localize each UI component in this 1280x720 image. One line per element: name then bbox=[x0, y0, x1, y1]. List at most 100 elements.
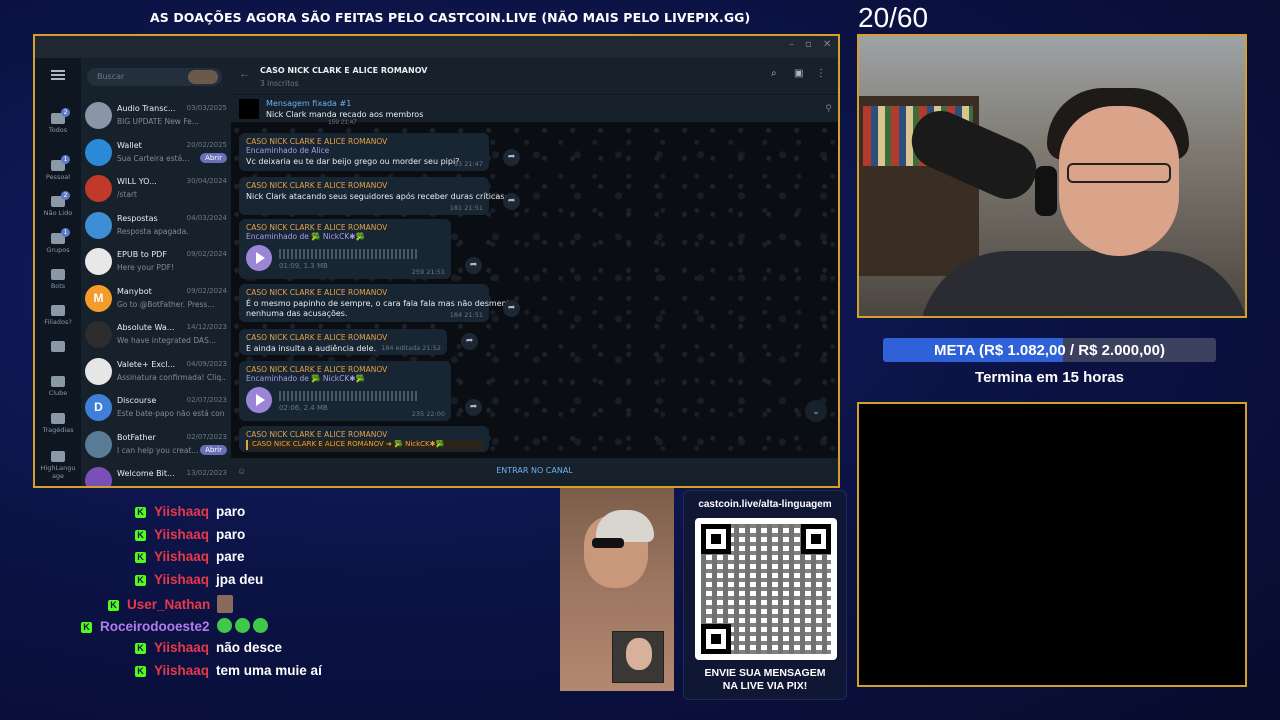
green-emote-icon bbox=[252, 617, 268, 633]
message-bubble[interactable]: CASO NICK CLARK E ALICE ROMANOV E ainda i… bbox=[239, 329, 478, 355]
chat-username[interactable]: Yiishaaq bbox=[154, 504, 209, 519]
message-bubble[interactable]: CASO NICK CLARK E ALICE ROMANOV Encaminha… bbox=[239, 133, 520, 171]
chat-message: K Yiishaaq paro bbox=[135, 504, 245, 519]
chat-name: Manybot bbox=[117, 286, 152, 296]
voice-waveform bbox=[279, 249, 419, 259]
chat-name: Audio Transc... bbox=[117, 104, 176, 113]
rail-folder[interactable]: 2 Não Lido bbox=[35, 191, 81, 217]
chat-list-item[interactable]: Respostas 04/03/2024 Resposta apagada. bbox=[81, 208, 231, 244]
kick-badge-icon: K bbox=[135, 665, 146, 677]
streamer-glasses bbox=[1067, 163, 1171, 183]
sidebar-toggle-icon[interactable]: ▣ bbox=[794, 68, 803, 79]
forward-icon[interactable]: ➦ bbox=[461, 333, 478, 350]
chat-list-item[interactable]: Valete+ Excl... 04/09/2023 Assinatura conf… bbox=[81, 354, 231, 390]
chat-avatar bbox=[85, 357, 112, 385]
chat-preview: Assinatura confirmada! Cliq... bbox=[117, 372, 225, 382]
rail-folder[interactable]: HighLangu age bbox=[35, 451, 81, 480]
chat-list-item[interactable]: WILL YO... 30/04/2024/start bbox=[81, 171, 231, 207]
rail-folder[interactable]: Bots bbox=[35, 269, 81, 290]
rail-folder[interactable]: Filiados? bbox=[35, 305, 81, 326]
chat-username[interactable]: Roceirodooeste2 bbox=[100, 619, 210, 634]
join-channel-button[interactable]: ENTRAR NO CANAL bbox=[231, 466, 838, 475]
search-input[interactable]: Buscar bbox=[87, 68, 222, 86]
play-button[interactable] bbox=[246, 387, 272, 413]
rail-folder[interactable]: Tragédias bbox=[35, 413, 81, 434]
stories-avatars[interactable] bbox=[188, 70, 218, 84]
rail-folder-label: Todos bbox=[48, 126, 68, 134]
menu-icon[interactable] bbox=[51, 70, 65, 80]
message-meta: 259 21:51 bbox=[411, 268, 445, 276]
chat-message: K Roceirodooeste2 bbox=[81, 617, 271, 634]
chat-list-item[interactable]: M Manybot 09/02/2024 Go to @BotFather. Pres… bbox=[81, 281, 231, 317]
chat-list-item[interactable]: EPUB to PDF 09/02/2024 Here your PDF! bbox=[81, 244, 231, 280]
chat-list-item[interactable]: D Discourse 02/07/2023 Este bate-papo não e… bbox=[81, 390, 231, 426]
chat-date: 02/07/2023 bbox=[186, 432, 227, 441]
message-meta: 184 editada 21:52 bbox=[381, 344, 441, 352]
pinned-list-icon[interactable]: ⚲ bbox=[825, 103, 832, 114]
more-menu-icon[interactable]: ⋮ bbox=[816, 68, 826, 79]
chat-pane: ← CASO NICK CLARK E ALICE ROMANOV 3 insc… bbox=[231, 58, 838, 486]
forward-icon[interactable]: ➦ bbox=[503, 300, 520, 317]
chat-username[interactable]: User_Nathan bbox=[127, 597, 210, 612]
forward-icon[interactable]: ➦ bbox=[465, 257, 482, 274]
message-text: Vc deixaria eu te dar beijo grego ou mor… bbox=[246, 157, 460, 166]
rail-folder[interactable]: 1 Pessoal bbox=[35, 155, 81, 181]
minimize-icon[interactable]: – bbox=[789, 39, 794, 50]
chat-list-item[interactable]: Absolute Wa... 14/12/2023 We have integrat… bbox=[81, 317, 231, 353]
channel-title[interactable]: CASO NICK CLARK E ALICE ROMANOV bbox=[260, 66, 427, 75]
pinned-message[interactable]: Mensagem fixada #1 Nick Clark manda reca… bbox=[231, 94, 838, 122]
chat-preview: Go to @BotFather. Press... bbox=[117, 299, 215, 309]
rail-folder[interactable]: Clube bbox=[35, 376, 81, 397]
reply-quote[interactable]: CASO NICK CLARK E ALICE ROMANOV ➜ 🥦 Nick… bbox=[246, 440, 482, 450]
open-bot-button[interactable]: Abrir bbox=[200, 444, 227, 455]
voice-duration: 02:06, 2.4 MB bbox=[279, 404, 328, 412]
kick-badge-icon: K bbox=[135, 507, 146, 518]
forward-icon[interactable]: ➦ bbox=[503, 193, 520, 210]
chat-name: Welcome Bit... bbox=[117, 469, 175, 478]
chat-username[interactable]: Yiishaaq bbox=[154, 572, 209, 587]
chat-text: paro bbox=[216, 526, 246, 542]
open-bot-button[interactable]: Abrir bbox=[200, 152, 227, 163]
forward-icon[interactable]: ➦ bbox=[465, 399, 482, 416]
chat-date: 04/09/2023 bbox=[186, 359, 227, 368]
chat-avatar bbox=[85, 321, 112, 348]
scroll-down-button[interactable]: ⌄ bbox=[805, 400, 827, 422]
chat-username[interactable]: Yiishaaq bbox=[154, 549, 209, 564]
message-meta: 184 21:51 bbox=[449, 311, 483, 319]
back-arrow-icon[interactable]: ← bbox=[239, 68, 250, 80]
rail-folder[interactable] bbox=[35, 341, 81, 354]
maximize-icon[interactable]: ▫ bbox=[805, 39, 812, 50]
chat-list-item[interactable]: Welcome Bit... 13/02/2023 bbox=[81, 463, 231, 486]
forwarded-from: Encaminhado de 🥦 NickCK✱🥦 bbox=[246, 374, 365, 383]
message-text: nenhuma das acusações. bbox=[246, 309, 348, 318]
search-icon[interactable]: ⌕ bbox=[771, 68, 777, 79]
chat-list-item[interactable]: Wallet 20/02/2025 Sua Carteira está... Abri… bbox=[81, 135, 231, 171]
chat-username[interactable]: Yiishaaq bbox=[154, 527, 209, 542]
telegram-window: – ▫ ✕ 2 Todos 1 Pessoal 2 Não Lido 1 Grupos Bots… bbox=[33, 34, 840, 488]
video-clip bbox=[560, 488, 674, 691]
message-bubble[interactable]: CASO NICK CLARK E ALICE ROMANOV Encaminha… bbox=[239, 219, 482, 279]
qr-caption-line-2: NA LIVE VIA PIX! bbox=[722, 680, 808, 692]
rail-folder[interactable]: 1 Grupos bbox=[35, 228, 81, 254]
message-author: CASO NICK CLARK E ALICE ROMANOV bbox=[246, 333, 388, 342]
chat-username[interactable]: Yiishaaq bbox=[154, 663, 209, 678]
chat-username[interactable]: Yiishaaq bbox=[154, 640, 209, 655]
rail-folder[interactable]: 2 Todos bbox=[35, 108, 81, 134]
chat-text: paro bbox=[216, 504, 246, 519]
chat-list-item[interactable]: Audio Transc... 03/03/2025 BIG UPDATE New … bbox=[81, 98, 231, 134]
message-author: CASO NICK CLARK E ALICE ROMANOV bbox=[246, 181, 388, 190]
message-bubble[interactable]: CASO NICK CLARK E ALICE ROMANOV Nick Clar… bbox=[239, 177, 520, 215]
folder-icon bbox=[51, 305, 65, 316]
clip-inset-photo bbox=[612, 631, 664, 683]
message-bubble[interactable]: CASO NICK CLARK E ALICE ROMANOV Encaminha… bbox=[239, 361, 482, 421]
forward-icon[interactable]: ➦ bbox=[503, 149, 520, 166]
chat-text: tem uma muie aí bbox=[216, 662, 322, 678]
close-icon[interactable]: ✕ bbox=[823, 39, 831, 50]
play-button[interactable] bbox=[246, 245, 272, 271]
rail-folder-label: HighLangu age bbox=[40, 464, 76, 480]
message-bubble[interactable]: CASO NICK CLARK E ALICE ROMANOV CASO NICK… bbox=[239, 426, 489, 452]
chat-preview: /start bbox=[117, 190, 137, 199]
chat-list-item[interactable]: BotFather 02/07/2023 I can help you creat.… bbox=[81, 427, 231, 463]
chat-name: BotFather bbox=[117, 432, 156, 442]
message-bubble[interactable]: CASO NICK CLARK E ALICE ROMANOV É o mesmo… bbox=[239, 284, 520, 322]
